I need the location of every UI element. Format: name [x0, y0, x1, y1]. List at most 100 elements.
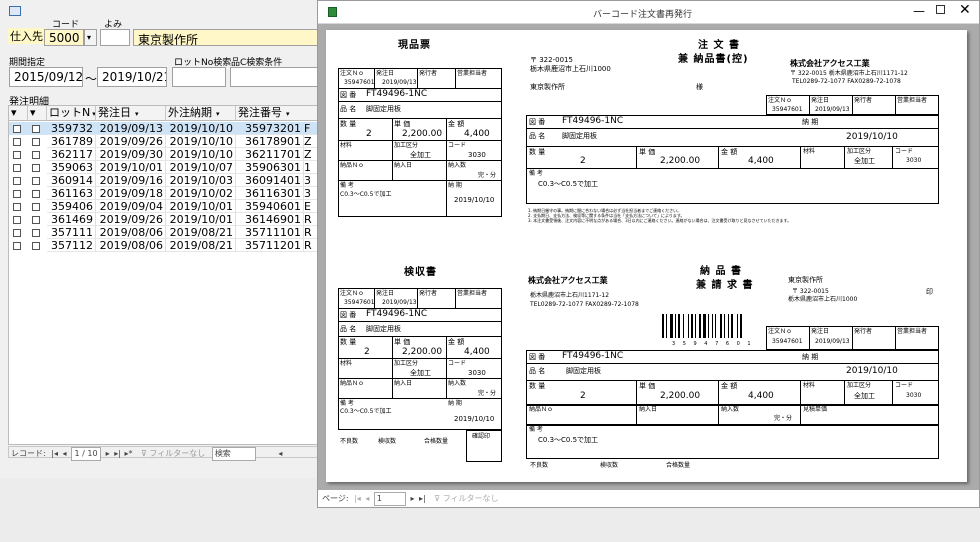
cell-date[interactable]: 2019/09/16 — [96, 174, 166, 187]
cell-date[interactable]: 2019/10/01 — [96, 161, 166, 174]
row-checkbox[interactable] — [13, 151, 21, 159]
cell-lot[interactable]: 361163 — [47, 187, 96, 200]
row-checkbox[interactable] — [32, 242, 40, 250]
table-row[interactable]: 361789 2019/09/26 2019/10/10 36178901 Z — [9, 135, 331, 148]
row-checkbox[interactable] — [32, 190, 40, 198]
cell-due[interactable]: 2019/08/21 — [166, 239, 236, 252]
row-checkbox[interactable] — [13, 125, 21, 133]
table-row[interactable]: 362117 2019/09/30 2019/10/10 36211701 Z — [9, 148, 331, 161]
yomi-field[interactable] — [100, 29, 130, 46]
column-header-due-date[interactable]: 外注納期 ▾ — [166, 106, 236, 121]
cell-date[interactable]: 2019/08/06 — [96, 239, 166, 252]
cell-due[interactable]: 2019/10/10 — [166, 148, 236, 161]
new-record-icon[interactable]: ▸* — [124, 449, 132, 458]
cell-lot[interactable]: 361469 — [47, 213, 96, 226]
cell-order[interactable]: 35711101 — [236, 226, 304, 239]
cell-due[interactable]: 2019/10/02 — [166, 187, 236, 200]
last-record-icon[interactable]: ▸| — [114, 449, 121, 458]
first-page-icon[interactable]: |◂ — [354, 494, 361, 503]
row-checkbox[interactable] — [13, 190, 21, 198]
lot-search-field[interactable] — [172, 67, 226, 87]
cell-order[interactable]: 35906301 — [236, 161, 304, 174]
filter-icon[interactable]: ⊽ — [434, 494, 440, 503]
cell-date[interactable]: 2019/09/18 — [96, 187, 166, 200]
supplier-code-field[interactable]: 5000 — [44, 29, 84, 46]
form-icon[interactable] — [9, 6, 21, 16]
row-checkbox[interactable] — [32, 138, 40, 146]
row-checkbox[interactable] — [32, 177, 40, 185]
row-checkbox[interactable] — [13, 229, 21, 237]
row-checkbox[interactable] — [32, 164, 40, 172]
row-checkbox[interactable] — [13, 138, 21, 146]
cell-lot[interactable]: 359406 — [47, 200, 96, 213]
minimize-icon[interactable]: — — [913, 4, 925, 18]
date-to-field[interactable]: 2019/10/21 — [97, 67, 167, 87]
table-row[interactable]: 359406 2019/09/04 2019/10/01 35940601 E — [9, 200, 331, 213]
column-header-order-date[interactable]: 発注日 ▾ — [96, 106, 166, 121]
table-row[interactable]: 357112 2019/08/06 2019/08/21 35711201 R — [9, 239, 331, 252]
row-checkbox[interactable] — [13, 177, 21, 185]
table-row[interactable]: 359732 2019/09/13 2019/10/10 35973201 F — [9, 122, 331, 135]
cell-order[interactable]: 36211701 — [236, 148, 304, 161]
cell-due[interactable]: 2019/10/03 — [166, 174, 236, 187]
cell-lot[interactable]: 360914 — [47, 174, 96, 187]
row-checkbox[interactable] — [32, 229, 40, 237]
filter-status[interactable]: フィルターなし — [149, 449, 205, 458]
date-from-field[interactable]: 2015/09/12 — [9, 67, 83, 87]
code-search-field[interactable] — [230, 67, 330, 87]
cell-order[interactable]: 36146901 — [236, 213, 304, 226]
prev-record-icon[interactable]: ◂ — [63, 449, 67, 458]
row-checkbox[interactable] — [13, 242, 21, 250]
cell-date[interactable]: 2019/09/04 — [96, 200, 166, 213]
cell-lot[interactable]: 362117 — [47, 148, 96, 161]
row-checkbox[interactable] — [13, 216, 21, 224]
page-number[interactable]: 1 — [373, 492, 406, 506]
table-row[interactable]: 361163 2019/09/18 2019/10/02 36116301 3 — [9, 187, 331, 200]
filter-icon[interactable]: ⊽ — [141, 449, 147, 458]
cell-order[interactable]: 35973201 — [236, 122, 304, 135]
last-page-icon[interactable]: ▸| — [419, 494, 426, 503]
supplier-name-field[interactable]: 東京製作所 — [133, 29, 330, 46]
prev-page-icon[interactable]: ◂ — [365, 494, 369, 503]
table-row[interactable]: 357111 2019/08/06 2019/08/21 35711101 R — [9, 226, 331, 239]
cell-lot[interactable]: 357112 — [47, 239, 96, 252]
row-checkbox[interactable] — [32, 216, 40, 224]
table-row[interactable]: 361469 2019/09/26 2019/10/01 36146901 R — [9, 213, 331, 226]
cell-date[interactable]: 2019/09/30 — [96, 148, 166, 161]
close-icon[interactable]: ✕ — [959, 2, 971, 18]
cell-due[interactable]: 2019/08/21 — [166, 226, 236, 239]
cell-lot[interactable]: 359732 — [47, 122, 96, 135]
scroll-left-icon[interactable]: ◂ — [278, 449, 282, 458]
next-page-icon[interactable]: ▸ — [410, 494, 414, 503]
cell-due[interactable]: 2019/10/10 — [166, 135, 236, 148]
search-box[interactable]: 検索 — [211, 447, 256, 461]
cell-lot[interactable]: 359063 — [47, 161, 96, 174]
cell-order[interactable]: 35711201 — [236, 239, 304, 252]
cell-date[interactable]: 2019/08/06 — [96, 226, 166, 239]
select-header-1[interactable]: ▾ — [9, 106, 28, 121]
filter-status[interactable]: フィルターなし — [443, 494, 499, 503]
row-checkbox[interactable] — [13, 164, 21, 172]
cell-due[interactable]: 2019/10/10 — [166, 122, 236, 135]
column-header-lot[interactable]: ロットN ▾ — [47, 106, 96, 121]
cell-due[interactable]: 2019/10/07 — [166, 161, 236, 174]
table-row[interactable]: 360914 2019/09/16 2019/10/03 36091401 3 — [9, 174, 331, 187]
cell-date[interactable]: 2019/09/26 — [96, 135, 166, 148]
select-header-2[interactable]: ▾ — [28, 106, 47, 121]
record-position[interactable]: 1 / 10 — [71, 447, 102, 461]
cell-date[interactable]: 2019/09/26 — [96, 213, 166, 226]
next-record-icon[interactable]: ▸ — [106, 449, 110, 458]
maximize-icon[interactable] — [936, 5, 945, 14]
cell-lot[interactable]: 357111 — [47, 226, 96, 239]
cell-lot[interactable]: 361789 — [47, 135, 96, 148]
cell-order[interactable]: 36178901 — [236, 135, 304, 148]
row-checkbox[interactable] — [13, 203, 21, 211]
cell-order[interactable]: 35940601 — [236, 200, 304, 213]
supplier-code-dropdown[interactable]: ▾ — [84, 29, 97, 46]
row-checkbox[interactable] — [32, 151, 40, 159]
cell-order[interactable]: 36091401 — [236, 174, 304, 187]
table-row[interactable]: 359063 2019/10/01 2019/10/07 35906301 1 — [9, 161, 331, 174]
row-checkbox[interactable] — [32, 125, 40, 133]
row-checkbox[interactable] — [32, 203, 40, 211]
cell-due[interactable]: 2019/10/01 — [166, 200, 236, 213]
